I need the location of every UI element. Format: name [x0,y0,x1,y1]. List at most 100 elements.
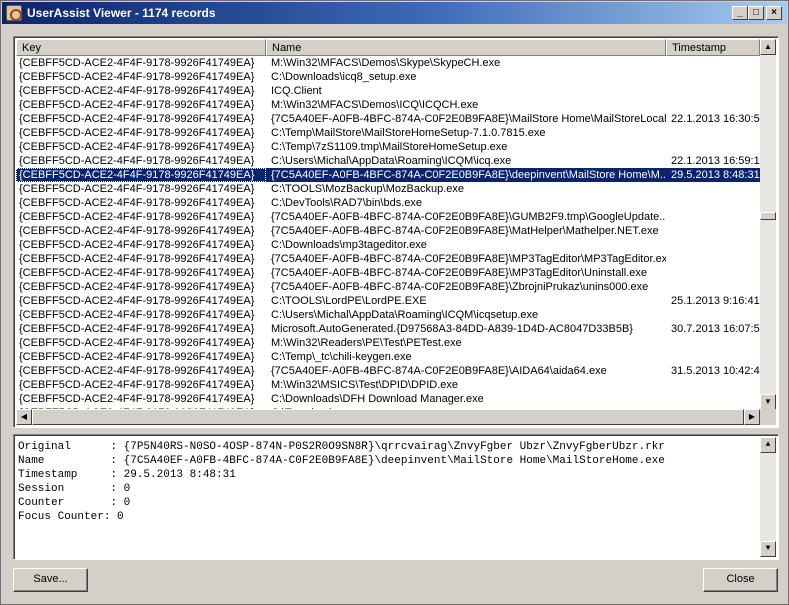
details-panel[interactable]: Original : {7P5N40RS-N0SO-4OSP-874N-P0S2… [13,434,779,560]
column-header-timestamp[interactable]: Timestamp [666,39,760,56]
minimize-button[interactable]: _ [732,6,748,20]
details-scroll-up-button[interactable]: ▲ [760,437,776,453]
row-name-cell: {7C5A40EF-A0FB-4BFC-874A-C0F2E0B9FA8E}\Z… [271,281,649,293]
title-bar[interactable]: UserAssist Viewer - 1174 records _ □ × [2,2,787,24]
row-name-cell: M:\Win32\MFACS\Demos\Skype\SkypeCH.exe [271,57,501,69]
table-row[interactable]: {CEBFF5CD-ACE2-4F4F-9178-9926F41749EA} {7… [16,112,760,126]
details-line: Timestamp : 29.5.2013 8:48:31 [18,469,236,481]
details-scroll-down-button[interactable]: ▼ [760,541,776,557]
list-header: Key Name Timestamp [16,39,760,56]
table-row[interactable]: {CEBFF5CD-ACE2-4F4F-9178-9926F41749EA} {7… [16,266,760,280]
table-row[interactable]: {CEBFF5CD-ACE2-4F4F-9178-9926F41749EA} C:… [16,154,760,168]
row-key-cell: {CEBFF5CD-ACE2-4F4F-9178-9926F41749EA} [19,155,255,167]
details-line: Session : 0 [18,483,131,495]
row-key-cell: {CEBFF5CD-ACE2-4F4F-9178-9926F41749EA} [16,168,266,182]
row-timestamp-cell [666,70,760,84]
row-key-cell: {CEBFF5CD-ACE2-4F4F-9178-9926F41749EA} [19,113,255,125]
scroll-corner [760,409,776,425]
scroll-up-button[interactable]: ▲ [760,39,776,55]
row-timestamp-cell [666,56,760,70]
row-key-cell: {CEBFF5CD-ACE2-4F4F-9178-9926F41749EA} [19,211,255,223]
row-key-cell: {CEBFF5CD-ACE2-4F4F-9178-9926F41749EA} [19,323,255,335]
details-line: Original : {7P5N40RS-N0SO-4OSP-874N-P0S2… [18,441,665,453]
table-row[interactable]: {CEBFF5CD-ACE2-4F4F-9178-9926F41749EA} {7… [16,168,760,182]
row-key-cell: {CEBFF5CD-ACE2-4F4F-9178-9926F41749EA} [19,337,255,349]
scroll-right-button[interactable]: ▶ [744,409,760,425]
row-timestamp-cell [666,210,760,224]
table-row[interactable]: {CEBFF5CD-ACE2-4F4F-9178-9926F41749EA} C:… [16,392,760,406]
table-row[interactable]: {CEBFF5CD-ACE2-4F4F-9178-9926F41749EA} M:… [16,56,760,70]
table-row[interactable]: {CEBFF5CD-ACE2-4F4F-9178-9926F41749EA} C:… [16,140,760,154]
save-button[interactable]: Save... [13,568,88,592]
row-timestamp-cell [666,252,760,266]
table-row[interactable]: {CEBFF5CD-ACE2-4F4F-9178-9926F41749EA} M:… [16,98,760,112]
table-row[interactable]: {CEBFF5CD-ACE2-4F4F-9178-9926F41749EA} {7… [16,280,760,294]
table-row[interactable]: {CEBFF5CD-ACE2-4F4F-9178-9926F41749EA} M:… [16,336,760,350]
close-button[interactable]: Close [703,568,778,592]
row-timestamp-cell [666,336,760,350]
row-key-cell: {CEBFF5CD-ACE2-4F4F-9178-9926F41749EA} [19,71,255,83]
details-vertical-scrollbar[interactable]: ▲ ▼ [760,437,776,557]
scroll-left-button[interactable]: ◀ [16,409,32,425]
column-header-key[interactable]: Key [16,39,266,56]
window-title: UserAssist Viewer - 1174 records [27,6,216,20]
details-line: Name : {7C5A40EF-A0FB-4BFC-874A-C0F2E0B9… [18,455,665,467]
table-row[interactable]: {CEBFF5CD-ACE2-4F4F-9178-9926F41749EA} C:… [16,350,760,364]
app-icon [6,5,22,21]
table-row[interactable]: {CEBFF5CD-ACE2-4F4F-9178-9926F41749EA} C:… [16,70,760,84]
row-key-cell: {CEBFF5CD-ACE2-4F4F-9178-9926F41749EA} [19,309,255,321]
row-key-cell: {CEBFF5CD-ACE2-4F4F-9178-9926F41749EA} [19,57,255,69]
row-name-cell: M:\Win32\Readers\PE\Test\PETest.exe [271,337,462,349]
maximize-button[interactable]: □ [748,6,764,20]
row-timestamp-cell [666,308,760,322]
row-name-cell: {7C5A40EF-A0FB-4BFC-874A-C0F2E0B9FA8E}\A… [271,365,607,377]
column-header-name[interactable]: Name [266,39,666,56]
row-name-cell: C:\DevTools\RAD7\bin\bds.exe [271,197,423,209]
scroll-down-button[interactable]: ▼ [760,394,776,410]
table-row[interactable]: {CEBFF5CD-ACE2-4F4F-9178-9926F41749EA} C:… [16,196,760,210]
list-horizontal-scrollbar[interactable]: ◀ ▶ [16,409,760,425]
row-key-cell: {CEBFF5CD-ACE2-4F4F-9178-9926F41749EA} [19,379,255,391]
app-window: UserAssist Viewer - 1174 records _ □ × K… [0,0,789,605]
close-window-button[interactable]: × [766,6,782,20]
table-row[interactable]: {CEBFF5CD-ACE2-4F4F-9178-9926F41749EA} C:… [16,294,760,308]
table-row[interactable]: {CEBFF5CD-ACE2-4F4F-9178-9926F41749EA} C:… [16,238,760,252]
row-timestamp-cell [666,350,760,364]
list-vertical-scrollbar[interactable]: ▲ ▼ [760,39,776,410]
row-timestamp-cell [666,140,760,154]
row-key-cell: {CEBFF5CD-ACE2-4F4F-9178-9926F41749EA} [19,85,255,97]
row-name-cell: {7C5A40EF-A0FB-4BFC-874A-C0F2E0B9FA8E}\M… [271,225,659,237]
horizontal-scroll-thumb[interactable] [32,409,744,425]
row-name-cell: C:\Temp\7zS1109.tmp\MailStoreHomeSetup.e… [271,141,508,153]
records-list[interactable]: Key Name Timestamp {CEBFF5CD-ACE2-4F4F-9… [13,36,779,428]
row-name-cell: C:\Downloads\mp3tageditor.exe [271,239,427,251]
table-row[interactable]: {CEBFF5CD-ACE2-4F4F-9178-9926F41749EA} C:… [16,126,760,140]
table-row[interactable]: {CEBFF5CD-ACE2-4F4F-9178-9926F41749EA} C:… [16,182,760,196]
details-line: Counter : 0 [18,497,131,509]
row-name-cell: {7C5A40EF-A0FB-4BFC-874A-C0F2E0B9FA8E}\d… [266,168,666,182]
table-row[interactable]: {CEBFF5CD-ACE2-4F4F-9178-9926F41749EA} {7… [16,364,760,378]
row-name-cell: C:\Downloads\icq8_setup.exe [271,71,417,83]
row-timestamp-cell: 31.5.2013 10:42:4 [671,365,760,377]
table-row[interactable]: {CEBFF5CD-ACE2-4F4F-9178-9926F41749EA} Mi… [16,322,760,336]
row-name-cell: {7C5A40EF-A0FB-4BFC-874A-C0F2E0B9FA8E}\M… [271,113,666,125]
row-timestamp-cell [666,224,760,238]
row-key-cell: {CEBFF5CD-ACE2-4F4F-9178-9926F41749EA} [19,127,255,139]
row-timestamp-cell [666,238,760,252]
table-row[interactable]: {CEBFF5CD-ACE2-4F4F-9178-9926F41749EA} {7… [16,252,760,266]
row-key-cell: {CEBFF5CD-ACE2-4F4F-9178-9926F41749EA} [19,281,255,293]
table-row[interactable]: {CEBFF5CD-ACE2-4F4F-9178-9926F41749EA} C:… [16,308,760,322]
row-key-cell: {CEBFF5CD-ACE2-4F4F-9178-9926F41749EA} [19,225,255,237]
row-name-cell: ICQ.Client [271,85,322,97]
row-name-cell: {7C5A40EF-A0FB-4BFC-874A-C0F2E0B9FA8E}\M… [271,253,666,265]
scroll-thumb[interactable] [760,212,776,220]
row-timestamp-cell: 30.7.2013 16:07:5 [671,323,760,335]
table-row[interactable]: {CEBFF5CD-ACE2-4F4F-9178-9926F41749EA} IC… [16,84,760,98]
row-name-cell: C:\Temp\MailStore\MailStoreHomeSetup-7.1… [271,127,546,139]
table-row[interactable]: {CEBFF5CD-ACE2-4F4F-9178-9926F41749EA} {7… [16,224,760,238]
table-row[interactable]: {CEBFF5CD-ACE2-4F4F-9178-9926F41749EA} {7… [16,210,760,224]
row-key-cell: {CEBFF5CD-ACE2-4F4F-9178-9926F41749EA} [19,295,255,307]
table-row[interactable]: {CEBFF5CD-ACE2-4F4F-9178-9926F41749EA} M:… [16,378,760,392]
row-key-cell: {CEBFF5CD-ACE2-4F4F-9178-9926F41749EA} [19,365,255,377]
row-timestamp-cell: 22.1.2013 16:59:1 [671,155,760,167]
